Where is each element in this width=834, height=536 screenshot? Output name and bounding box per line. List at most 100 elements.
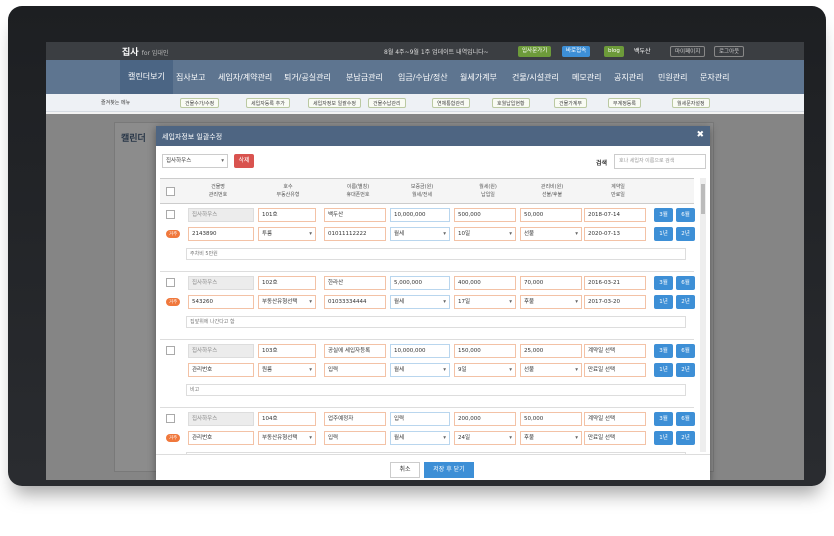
nav-item[interactable]: 퇴거/공실관리	[284, 72, 331, 83]
rent-type-select[interactable]: 월세	[390, 431, 450, 445]
delete-button[interactable]: 삭제	[234, 154, 254, 168]
payday-select[interactable]: 17일	[454, 295, 516, 309]
memo-field[interactable]: 집앞위에 나간다고 함	[186, 316, 686, 328]
update-notice[interactable]: 8월 4주~9월 1주 업데이트 내역입니다~	[384, 47, 489, 56]
contract-end-field[interactable]: 2017-03-20	[584, 295, 646, 309]
fee-field[interactable]: 70,000	[520, 276, 582, 290]
contract-end-field[interactable]: 만료일 선택	[584, 363, 646, 377]
row-checkbox[interactable]	[166, 278, 175, 287]
rent-field[interactable]: 500,000	[454, 208, 516, 222]
nav-item[interactable]: 건물/시설관리	[512, 72, 559, 83]
nav-item[interactable]: 세입자/계약관리	[218, 72, 272, 83]
period-button[interactable]: 6월	[676, 276, 695, 290]
rent-type-select[interactable]: 월세	[390, 227, 450, 241]
payday-select[interactable]: 9일	[454, 363, 516, 377]
period-button[interactable]: 3월	[654, 412, 673, 426]
rent-type-select[interactable]: 월세	[390, 295, 450, 309]
fee-type-select[interactable]: 선불	[520, 227, 582, 241]
rent-field[interactable]: 200,000	[454, 412, 516, 426]
nav-item[interactable]: 메모관리	[572, 72, 601, 83]
property-type-select[interactable]: 원룸	[258, 363, 316, 377]
select-all-checkbox[interactable]	[166, 187, 175, 196]
period-button[interactable]: 6월	[676, 412, 695, 426]
fee-field[interactable]: 25,000	[520, 344, 582, 358]
unit-field[interactable]: 101호	[258, 208, 316, 222]
row-checkbox[interactable]	[166, 414, 175, 423]
property-type-select[interactable]: 부동산유형선택	[258, 431, 316, 445]
row-checkbox[interactable]	[166, 210, 175, 219]
favorite-item[interactable]: 세입자정보 일괄수정	[308, 98, 361, 108]
contract-start-field[interactable]: 계약일 선택	[584, 412, 646, 426]
favorite-item[interactable]: 세입자등록 추가	[246, 98, 290, 108]
deposit-field[interactable]: 10,000,000	[390, 208, 450, 222]
fee-type-select[interactable]: 후불	[520, 295, 582, 309]
contract-start-field[interactable]: 2018-07-14	[584, 208, 646, 222]
tenant-name-field[interactable]: 백두산	[324, 208, 386, 222]
deposit-field[interactable]: 10,000,000	[390, 344, 450, 358]
contract-end-field[interactable]: 2020-07-13	[584, 227, 646, 241]
code-field[interactable]: 관리번호	[188, 363, 254, 377]
period-button[interactable]: 3월	[654, 276, 673, 290]
phone-field[interactable]: 입력	[324, 431, 386, 445]
period-button[interactable]: 2년	[676, 363, 695, 377]
nav-item[interactable]: 공지관리	[614, 72, 643, 83]
rent-field[interactable]: 150,000	[454, 344, 516, 358]
period-button[interactable]: 1년	[654, 431, 673, 445]
period-button[interactable]: 3월	[654, 344, 673, 358]
cancel-button[interactable]: 취소	[390, 462, 420, 478]
nav-item[interactable]: 입금/수납/정산	[398, 72, 448, 83]
period-button[interactable]: 2년	[676, 431, 695, 445]
tenant-name-field[interactable]: 공실에 세입자등록	[324, 344, 386, 358]
nav-item[interactable]: 문자관리	[700, 72, 729, 83]
nav-item[interactable]: 민원관리	[658, 72, 687, 83]
mypage-button[interactable]: 마이페이지	[670, 46, 706, 57]
close-icon[interactable]: ✖	[696, 130, 704, 140]
favorite-item[interactable]: 월세문자설정	[672, 98, 710, 108]
table-scrollbar[interactable]	[700, 178, 706, 452]
unit-field[interactable]: 103호	[258, 344, 316, 358]
fee-field[interactable]: 50,000	[520, 412, 582, 426]
memo-field[interactable]: 비고	[186, 384, 686, 396]
code-field[interactable]: 2143890	[188, 227, 254, 241]
quick-access-button[interactable]: 바로접속	[562, 46, 591, 57]
fee-type-select[interactable]: 후불	[520, 431, 582, 445]
code-field[interactable]: 543260	[188, 295, 254, 309]
payday-select[interactable]: 10일	[454, 227, 516, 241]
deposit-field[interactable]: 입력	[390, 412, 450, 426]
code-field[interactable]: 관리번호	[188, 431, 254, 445]
app-logo[interactable]: 집사 for 임대인	[122, 45, 168, 58]
property-type-select[interactable]: 투룸	[258, 227, 316, 241]
period-button[interactable]: 2년	[676, 227, 695, 241]
favorite-item[interactable]: 건물수가/수정	[180, 98, 220, 108]
phone-field[interactable]: 01033334444	[324, 295, 386, 309]
period-button[interactable]: 1년	[654, 227, 673, 241]
period-button[interactable]: 1년	[654, 295, 673, 309]
nav-item[interactable]: 집사보고	[176, 72, 205, 83]
memo-field[interactable]: 주차비 5만원	[186, 248, 686, 260]
period-button[interactable]: 6월	[676, 344, 695, 358]
scroll-thumb[interactable]	[701, 184, 705, 214]
payday-select[interactable]: 24일	[454, 431, 516, 445]
phone-field[interactable]: 01011112222	[324, 227, 386, 241]
fee-field[interactable]: 50,000	[520, 208, 582, 222]
fee-type-select[interactable]: 선불	[520, 363, 582, 377]
nav-item[interactable]: 분납금관리	[346, 72, 383, 83]
property-type-select[interactable]: 부동산유형선택	[258, 295, 316, 309]
phone-field[interactable]: 입력	[324, 363, 386, 377]
contract-start-field[interactable]: 2016-03-21	[584, 276, 646, 290]
rent-field[interactable]: 400,000	[454, 276, 516, 290]
shortcut-button[interactable]: 입사문가기	[518, 46, 552, 57]
favorite-item[interactable]: 건물수납관리	[368, 98, 406, 108]
favorite-item[interactable]: 호월납입현황	[492, 98, 530, 108]
building-select[interactable]: 집사하우스	[162, 154, 228, 168]
favorite-item[interactable]: 건물가계부	[554, 98, 588, 108]
deposit-field[interactable]: 5,000,000	[390, 276, 450, 290]
contract-end-field[interactable]: 만료일 선택	[584, 431, 646, 445]
contract-start-field[interactable]: 계약일 선택	[584, 344, 646, 358]
favorite-item[interactable]: 연체통합관리	[432, 98, 470, 108]
save-close-button[interactable]: 저장 후 닫기	[424, 462, 474, 478]
unit-field[interactable]: 104호	[258, 412, 316, 426]
period-button[interactable]: 1년	[654, 363, 673, 377]
unit-field[interactable]: 102호	[258, 276, 316, 290]
logout-button[interactable]: 로그아웃	[714, 46, 745, 57]
